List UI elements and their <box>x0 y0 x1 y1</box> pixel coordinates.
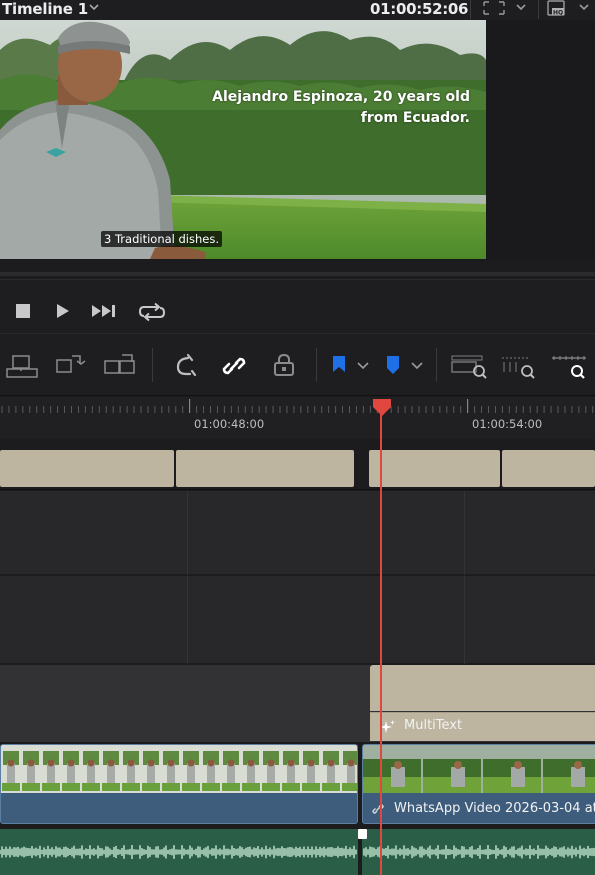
ruler-label: 01:00:48:00 <box>194 417 265 431</box>
playhead-icon[interactable] <box>372 398 392 422</box>
skip-forward-icon[interactable] <box>90 302 118 324</box>
divider <box>436 348 437 382</box>
video-frame[interactable]: Alejandro Espinoza, 20 years old from Ec… <box>0 20 486 259</box>
text-track: MultiText <box>0 665 595 743</box>
ruler-label: 01:00:54:00 <box>472 417 543 431</box>
timeline-track <box>0 491 595 575</box>
text-clip-label: MultiText <box>404 718 463 733</box>
timeline-clip[interactable] <box>369 450 500 487</box>
timeline-toolbar <box>0 334 595 396</box>
fullscreen-icon[interactable] <box>482 0 506 18</box>
video-clip-label: WhatsApp Video 2026-03-04 at <box>394 801 595 816</box>
clip-thumbnails <box>1 745 357 793</box>
chevron-down-icon[interactable] <box>88 0 100 17</box>
replace-clip-icon[interactable] <box>54 352 86 384</box>
video-frame-image <box>0 20 486 259</box>
divider <box>152 348 153 382</box>
text-clip-label-bar[interactable]: MultiText <box>370 712 595 741</box>
lower-third-line-2: from Ecuador. <box>360 110 470 126</box>
audio-keyframe[interactable] <box>358 829 367 839</box>
timeline-name[interactable]: Timeline 1 <box>2 0 88 18</box>
viewer-scrubber[interactable] <box>0 272 595 276</box>
divider <box>538 0 539 19</box>
zoom-detail-icon[interactable] <box>500 352 538 384</box>
timeline-clip[interactable] <box>502 450 595 487</box>
sparkle-icon <box>380 719 396 739</box>
clip-thumbnails <box>363 745 595 793</box>
audio-waveform <box>0 845 595 859</box>
chevron-down-icon[interactable] <box>410 352 424 384</box>
viewer-header: Timeline 1 01:00:52:06 HQ <box>0 0 595 20</box>
divider <box>316 348 317 382</box>
lower-third-line-1: Alejandro Espinoza, 20 years old <box>212 89 470 105</box>
flag-icon[interactable] <box>330 352 348 384</box>
timeline-track <box>0 440 595 490</box>
ruler-ticks <box>1 399 594 413</box>
zoom-full-icon[interactable] <box>450 352 488 384</box>
chevron-down-icon[interactable] <box>577 0 591 18</box>
link-icon <box>371 801 385 820</box>
timeline-clip[interactable] <box>0 450 174 487</box>
lower-third-title: Alejandro Espinoza, 20 years old from Ec… <box>212 87 470 129</box>
transport-controls <box>0 279 595 334</box>
play-icon[interactable] <box>54 302 72 324</box>
video-clip[interactable] <box>0 744 358 824</box>
divider <box>470 0 471 19</box>
lock-icon[interactable] <box>270 352 298 384</box>
snap-icon[interactable] <box>172 352 200 384</box>
timecode-display: 01:00:52:06 <box>370 0 469 18</box>
loop-icon[interactable] <box>138 302 166 326</box>
marker-icon[interactable] <box>384 352 402 384</box>
timeline-track <box>0 576 595 664</box>
video-clip[interactable]: WhatsApp Video 2026-03-04 at <box>362 744 595 824</box>
subtitle-caption: 3 Traditional dishes. <box>101 231 222 247</box>
timecode-ruler[interactable]: 01:00:48:00 01:00:54:00 <box>0 397 595 439</box>
link-icon[interactable] <box>220 352 248 384</box>
svg-text:HQ: HQ <box>553 9 563 16</box>
hq-quality-icon[interactable]: HQ <box>545 0 569 18</box>
chevron-down-icon[interactable] <box>514 0 528 18</box>
zoom-custom-icon[interactable] <box>550 352 590 384</box>
timeline-clip[interactable] <box>176 450 354 487</box>
chevron-down-icon[interactable] <box>356 352 370 384</box>
audio-track[interactable] <box>0 828 595 875</box>
stop-icon[interactable] <box>14 302 32 324</box>
place-on-top-icon[interactable] <box>102 352 138 384</box>
text-clip[interactable] <box>370 665 595 711</box>
playhead-line[interactable] <box>380 405 382 875</box>
overwrite-clip-icon[interactable] <box>4 352 40 384</box>
